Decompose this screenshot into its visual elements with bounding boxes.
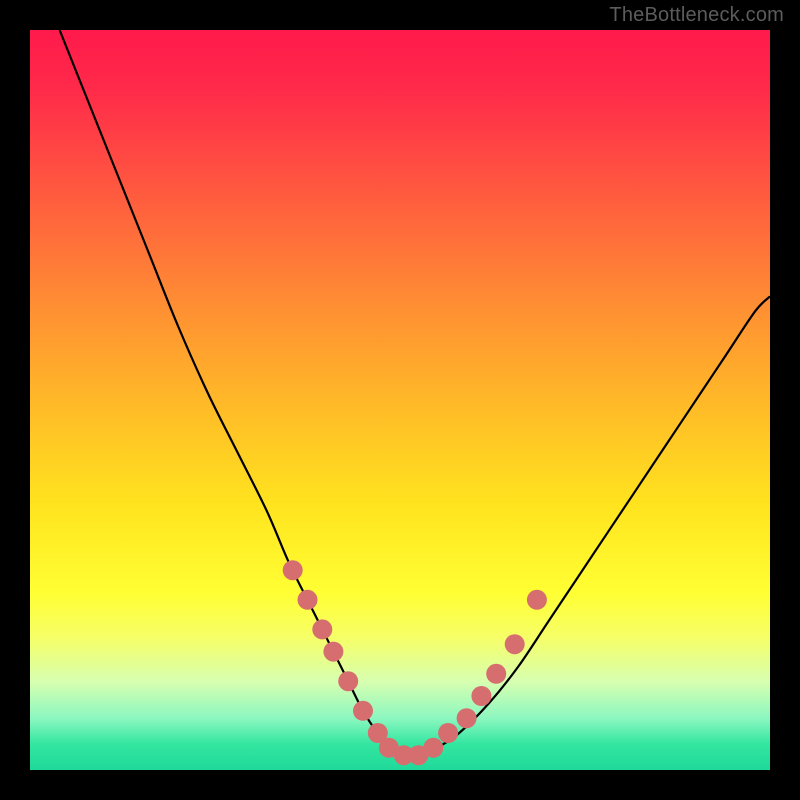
- plot-area: [30, 30, 770, 770]
- bottleneck-curve: [60, 30, 770, 756]
- marker-dot: [323, 642, 343, 662]
- marker-dot: [312, 619, 332, 639]
- marker-dot: [423, 738, 443, 758]
- marker-dot: [338, 671, 358, 691]
- chart-svg: [30, 30, 770, 770]
- marker-dot: [527, 590, 547, 610]
- marker-dot: [457, 708, 477, 728]
- marker-dot: [438, 723, 458, 743]
- chart-frame: TheBottleneck.com: [0, 0, 800, 800]
- marker-dot: [505, 634, 525, 654]
- marker-dot: [353, 701, 373, 721]
- marker-dot: [298, 590, 318, 610]
- marker-dot: [486, 664, 506, 684]
- marker-dot: [283, 560, 303, 580]
- marker-dot: [471, 686, 491, 706]
- highlight-markers: [283, 560, 547, 765]
- watermark-text: TheBottleneck.com: [609, 4, 784, 27]
